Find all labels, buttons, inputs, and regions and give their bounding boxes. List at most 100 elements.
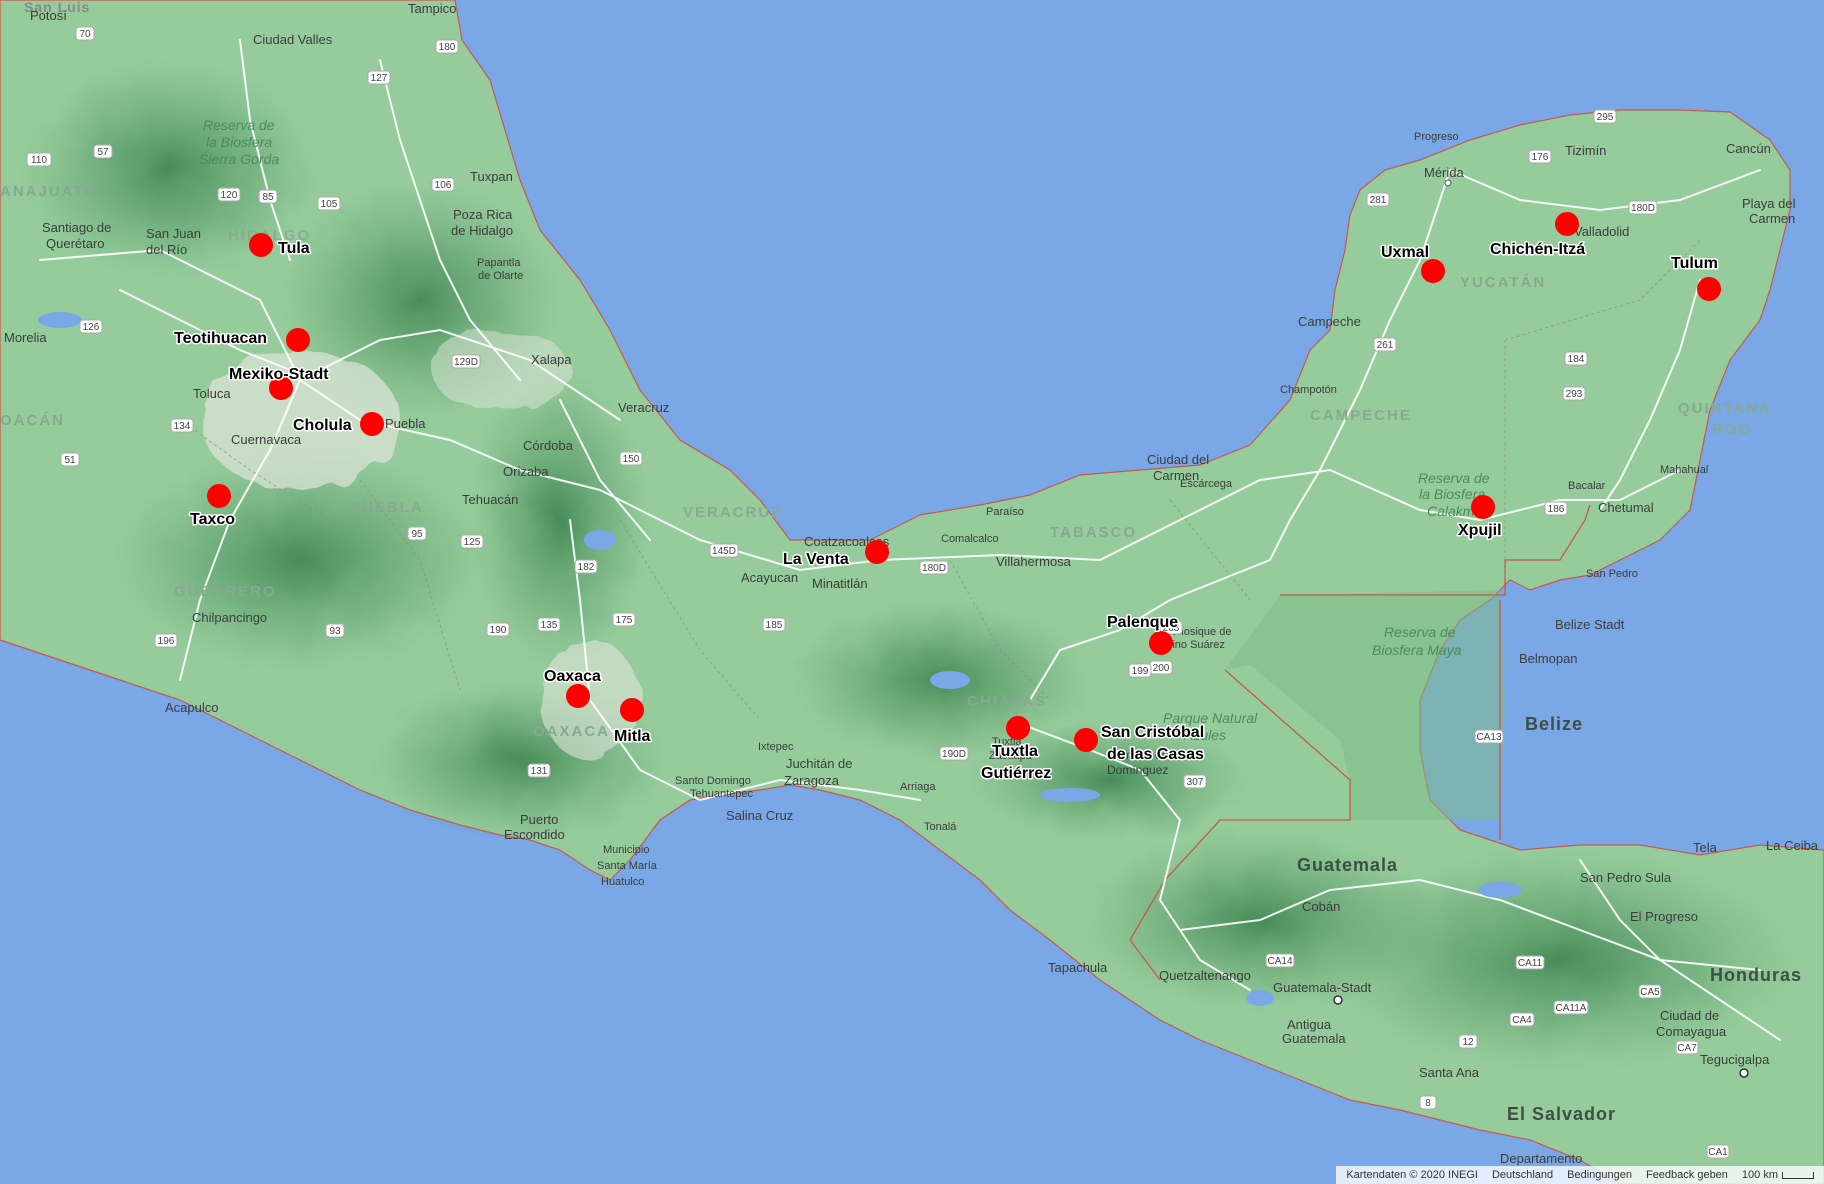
road-shield-label: 175 xyxy=(616,615,633,626)
scale-indicator[interactable]: 100 km xyxy=(1742,1169,1814,1181)
region-label: ANAJUATO xyxy=(0,183,98,200)
road-shield: 110 xyxy=(26,152,52,167)
site-marker-tulum[interactable] xyxy=(1697,277,1721,301)
site-marker-teotihuacan[interactable] xyxy=(286,328,310,352)
road-shield-label: 120 xyxy=(221,190,238,201)
city-label: de Olarte xyxy=(478,270,523,282)
site-label: Teotihuacan xyxy=(174,330,267,347)
region-label: CHIAPAS xyxy=(967,693,1047,710)
city-label: Guatemala-Stadt xyxy=(1273,980,1372,995)
road-shield: 180 xyxy=(435,39,459,54)
site-marker-tula[interactable] xyxy=(249,233,273,257)
region-label: GUERRERO xyxy=(174,583,277,600)
road-shield: 106 xyxy=(431,177,455,192)
road-shield: 70 xyxy=(75,26,95,41)
city-label: Cancún xyxy=(1726,141,1771,156)
city-label: Bacalar xyxy=(1568,480,1606,492)
city-label: Valladolid xyxy=(1574,224,1629,239)
city-label: Querétaro xyxy=(46,236,105,251)
road-shield: 190D xyxy=(939,746,969,761)
capital-icon xyxy=(1739,1068,1749,1078)
site-marker-uxmal[interactable] xyxy=(1421,259,1445,283)
city-label: Antigua xyxy=(1287,1017,1332,1032)
site-label: Mitla xyxy=(614,728,651,745)
region-label: OACÁN xyxy=(0,412,65,429)
city-label: Progreso xyxy=(1414,131,1459,143)
site-marker-cholula[interactable] xyxy=(360,412,384,436)
scale-label: 100 km xyxy=(1741,1169,1778,1181)
city-label: Pino Suárez xyxy=(1165,639,1225,651)
region-link[interactable]: Deutschland xyxy=(1492,1169,1553,1181)
road-shield: 281 xyxy=(1366,192,1390,207)
road-shield-label: 180D xyxy=(922,563,946,574)
road-shield-label: CA13 xyxy=(1476,732,1501,743)
city-label: Arriaga xyxy=(900,781,936,793)
road-shield-label: 70 xyxy=(79,29,91,40)
site-marker-mitla[interactable] xyxy=(620,698,644,722)
city-label: Chetumal xyxy=(1598,500,1654,515)
scale-bar-icon xyxy=(1782,1171,1814,1179)
site-label: de las Casas xyxy=(1107,746,1204,763)
region-label: OAXACA xyxy=(533,723,610,740)
site-marker-oaxaca[interactable] xyxy=(566,684,590,708)
road-shield-label: 185 xyxy=(766,620,783,631)
road-shield-label: 281 xyxy=(1370,195,1387,206)
site-label: Chichén-Itzá xyxy=(1490,241,1585,258)
city-label: Toluca xyxy=(193,386,231,401)
city-label: Tegucigalpa xyxy=(1700,1052,1770,1067)
road-shield-label: 95 xyxy=(411,529,423,540)
road-shield-label: 295 xyxy=(1597,112,1614,123)
road-shield-label: CA14 xyxy=(1267,956,1292,967)
road-shield: 180D xyxy=(1628,200,1658,215)
site-marker-san-cristobal[interactable] xyxy=(1074,728,1098,752)
site-label: Taxco xyxy=(190,511,235,528)
road-shield: 8 xyxy=(1419,1095,1437,1110)
map-canvas[interactable]: HIDALGO PUEBLA GUERRERO OAXACA VERACRUZ … xyxy=(0,0,1824,1184)
site-marker-xpujil[interactable] xyxy=(1471,495,1495,519)
city-label: Santa Ana xyxy=(1419,1065,1480,1080)
road-shield-label: 307 xyxy=(1187,777,1204,788)
site-marker-palenque[interactable] xyxy=(1149,631,1173,655)
city-label: Escárcega xyxy=(1180,478,1233,490)
road-shield: 57 xyxy=(93,144,113,159)
city-label: Morelia xyxy=(4,330,47,345)
map-footer: Kartendaten © 2020 INEGI Deutschland Bed… xyxy=(1336,1166,1824,1184)
road-shield: 261 xyxy=(1373,337,1397,352)
road-shield-label: 57 xyxy=(97,147,109,158)
city-label: Santiago de xyxy=(42,220,111,235)
site-marker-taxco[interactable] xyxy=(207,484,231,508)
city-label: La Ceiba xyxy=(1766,838,1819,853)
road-shield: 127 xyxy=(367,70,391,85)
country-label: El Salvador xyxy=(1507,1104,1616,1124)
city-label: Tela xyxy=(1693,840,1718,855)
road-shield-label: 180D xyxy=(1631,203,1655,214)
road-shield-label: 110 xyxy=(31,155,47,166)
city-label: Veracruz xyxy=(618,400,669,415)
city-label: Tonalá xyxy=(924,821,957,833)
city-label: Cobán xyxy=(1302,899,1340,914)
region-label: TABASCO xyxy=(1050,524,1137,541)
road-shield: CA7 xyxy=(1675,1040,1699,1055)
city-label: Potosí xyxy=(30,8,67,23)
city-label: Santa María xyxy=(597,860,658,872)
site-marker-la-venta[interactable] xyxy=(865,540,889,564)
road-shield: 134 xyxy=(170,418,194,433)
feedback-link[interactable]: Feedback geben xyxy=(1646,1169,1728,1181)
city-label: Escondido xyxy=(504,827,565,842)
road-shield: CA4 xyxy=(1509,1012,1535,1027)
city-label: Ciudad del xyxy=(1147,452,1209,467)
country-label: Belize xyxy=(1525,714,1583,734)
terms-link[interactable]: Bedingungen xyxy=(1567,1169,1632,1181)
road-shield: 200 xyxy=(1149,660,1173,675)
road-shield-label: 8 xyxy=(1425,1098,1431,1109)
road-shield: 190 xyxy=(486,622,510,637)
road-shield: 150 xyxy=(619,451,643,466)
city-label: Ciudad Valles xyxy=(253,32,333,47)
site-marker-tuxtla-gutierrez[interactable] xyxy=(1006,716,1030,740)
road-shield-label: 126 xyxy=(83,322,100,333)
road-shield-label: CA7 xyxy=(1677,1043,1697,1054)
road-shield-label: CA11 xyxy=(1518,958,1543,969)
site-marker-chichen-itza[interactable] xyxy=(1555,212,1579,236)
road-shield-label: 127 xyxy=(371,73,388,84)
city-label: Tehuacán xyxy=(462,492,518,507)
